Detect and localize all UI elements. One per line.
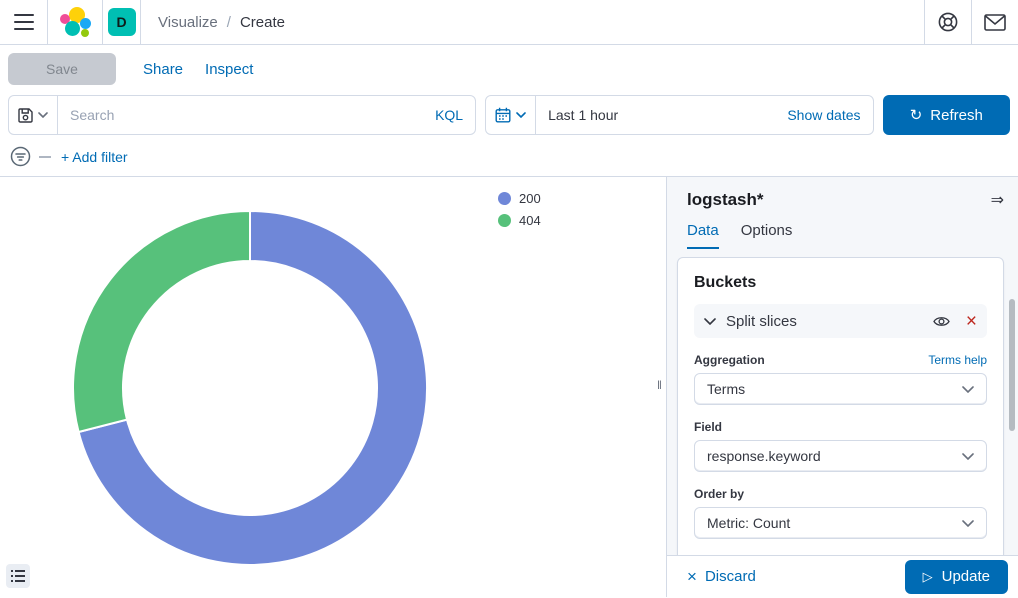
tab-data[interactable]: Data	[687, 222, 719, 249]
tab-options[interactable]: Options	[741, 222, 793, 249]
show-dates-button[interactable]: Show dates	[787, 107, 872, 123]
update-button[interactable]: ▷ Update	[905, 560, 1008, 594]
order-by-field-group: Order by Metric: Count	[694, 487, 987, 539]
main-menu-button[interactable]	[0, 0, 48, 44]
chevron-down-icon	[516, 112, 526, 118]
filter-options-icon[interactable]	[10, 146, 31, 167]
main-content: 200 404 ‖ logstash* ⇒	[0, 177, 1018, 597]
terms-help-link[interactable]: Terms help	[928, 353, 987, 367]
field-field-group: Field response.keyword	[694, 420, 987, 472]
saved-query-menu-button[interactable]	[8, 95, 58, 135]
search-group: KQL	[8, 95, 476, 135]
breadcrumb-visualize[interactable]: Visualize	[158, 14, 218, 31]
refresh-button[interactable]: ↻ Refresh	[883, 95, 1010, 135]
field-value: response.keyword	[707, 448, 821, 464]
chevron-down-icon	[962, 520, 974, 527]
date-picker: Last 1 hour Show dates	[485, 95, 873, 135]
legend-item-200[interactable]: 200	[498, 191, 541, 206]
space-selector-button[interactable]: D	[103, 0, 141, 44]
order-by-value: Metric: Count	[707, 515, 790, 531]
legend-label: 404	[519, 213, 541, 228]
calendar-icon	[495, 107, 511, 123]
list-icon	[11, 570, 25, 582]
split-slices-label: Split slices	[726, 313, 923, 330]
add-filter-button[interactable]: + Add filter	[61, 149, 128, 165]
filter-drop-target	[39, 156, 51, 158]
cross-icon: ×	[687, 568, 697, 585]
index-pattern-title: logstash*	[687, 190, 764, 210]
breadcrumb: Visualize / Create	[158, 0, 285, 44]
share-button[interactable]: Share	[143, 61, 183, 78]
inspect-button[interactable]: Inspect	[205, 61, 253, 78]
legend-color-dot	[498, 214, 511, 227]
chevron-down-icon	[704, 318, 716, 325]
visualization-editor-panel: logstash* ⇒ Data Options Buckets Split s…	[666, 177, 1018, 597]
editor-scroll-region: Buckets Split slices × Aggre	[667, 249, 1018, 555]
header-spacer	[285, 0, 924, 44]
remove-bucket-button[interactable]: ×	[966, 312, 977, 331]
kibana-visualize-app: D Visualize / Create Save Share Inspect	[0, 0, 1018, 598]
aggregation-value: Terms	[707, 381, 745, 397]
top-nav-menu: Save Share Inspect	[0, 45, 1018, 93]
hamburger-icon	[14, 14, 34, 30]
query-language-button[interactable]: KQL	[435, 107, 475, 123]
help-menu-button[interactable]	[924, 0, 971, 44]
chart-legend: 200 404	[498, 191, 541, 228]
eye-icon	[933, 315, 950, 328]
play-icon: ▷	[923, 569, 933, 585]
discard-button[interactable]: × Discard	[687, 568, 756, 585]
visualization-canvas: 200 404	[0, 177, 656, 597]
filter-bar: + Add filter	[0, 137, 1018, 177]
chevron-down-icon	[962, 453, 974, 460]
field-label: Field	[694, 420, 722, 434]
refresh-label: Refresh	[930, 107, 983, 124]
resize-handle-icon: ‖	[657, 378, 662, 392]
editor-tabs: Data Options	[667, 210, 1018, 249]
date-quick-select-button[interactable]	[486, 96, 536, 134]
editor-footer: × Discard ▷ Update	[667, 555, 1018, 597]
aggregation-select[interactable]: Terms	[694, 373, 987, 405]
scrollbar-thumb[interactable]	[1009, 299, 1015, 431]
legend-color-dot	[498, 192, 511, 205]
breadcrumb-separator: /	[227, 14, 231, 31]
save-button[interactable]: Save	[8, 53, 116, 85]
breadcrumb-create: Create	[240, 14, 285, 31]
aggregation-label: Aggregation	[694, 353, 765, 367]
elastic-home-button[interactable]	[48, 0, 103, 44]
update-label: Update	[942, 568, 990, 585]
space-avatar: D	[108, 8, 136, 36]
discard-label: Discard	[705, 568, 756, 585]
legend-item-404[interactable]: 404	[498, 213, 541, 228]
refresh-icon: ↻	[910, 108, 923, 123]
chevron-down-icon	[962, 386, 974, 393]
sidebar-header: logstash* ⇒	[667, 177, 1018, 210]
elastic-logo	[60, 7, 90, 37]
legend-toggle-button[interactable]	[6, 564, 30, 588]
floppy-save-icon	[18, 108, 33, 123]
split-slices-accordion[interactable]: Split slices ×	[694, 304, 987, 338]
global-header: D Visualize / Create	[0, 0, 1018, 45]
aggregation-field-group: Aggregation Terms help Terms	[694, 353, 987, 405]
buckets-title: Buckets	[694, 274, 987, 292]
buckets-panel: Buckets Split slices × Aggre	[677, 257, 1004, 555]
search-input[interactable]	[58, 96, 435, 134]
search-box: KQL	[57, 95, 476, 135]
envelope-icon	[984, 14, 1006, 31]
newsfeed-button[interactable]	[971, 0, 1018, 44]
help-lifebuoy-icon	[937, 11, 959, 33]
legend-label: 200	[519, 191, 541, 206]
panel-resizer[interactable]: ‖	[656, 177, 666, 597]
order-by-label: Order by	[694, 487, 744, 501]
donut-chart[interactable]	[0, 177, 656, 597]
collapse-panel-icon[interactable]: ⇒	[991, 190, 1004, 210]
order-by-select[interactable]: Metric: Count	[694, 507, 987, 539]
toggle-visibility-button[interactable]	[933, 315, 950, 328]
time-range-value[interactable]: Last 1 hour	[536, 107, 787, 123]
donut-slice-404[interactable]	[73, 211, 250, 432]
field-select[interactable]: response.keyword	[694, 440, 987, 472]
query-bar: KQL Last 1 hour Show dates ↻ Refresh	[0, 93, 1018, 137]
chevron-down-icon	[38, 112, 48, 118]
